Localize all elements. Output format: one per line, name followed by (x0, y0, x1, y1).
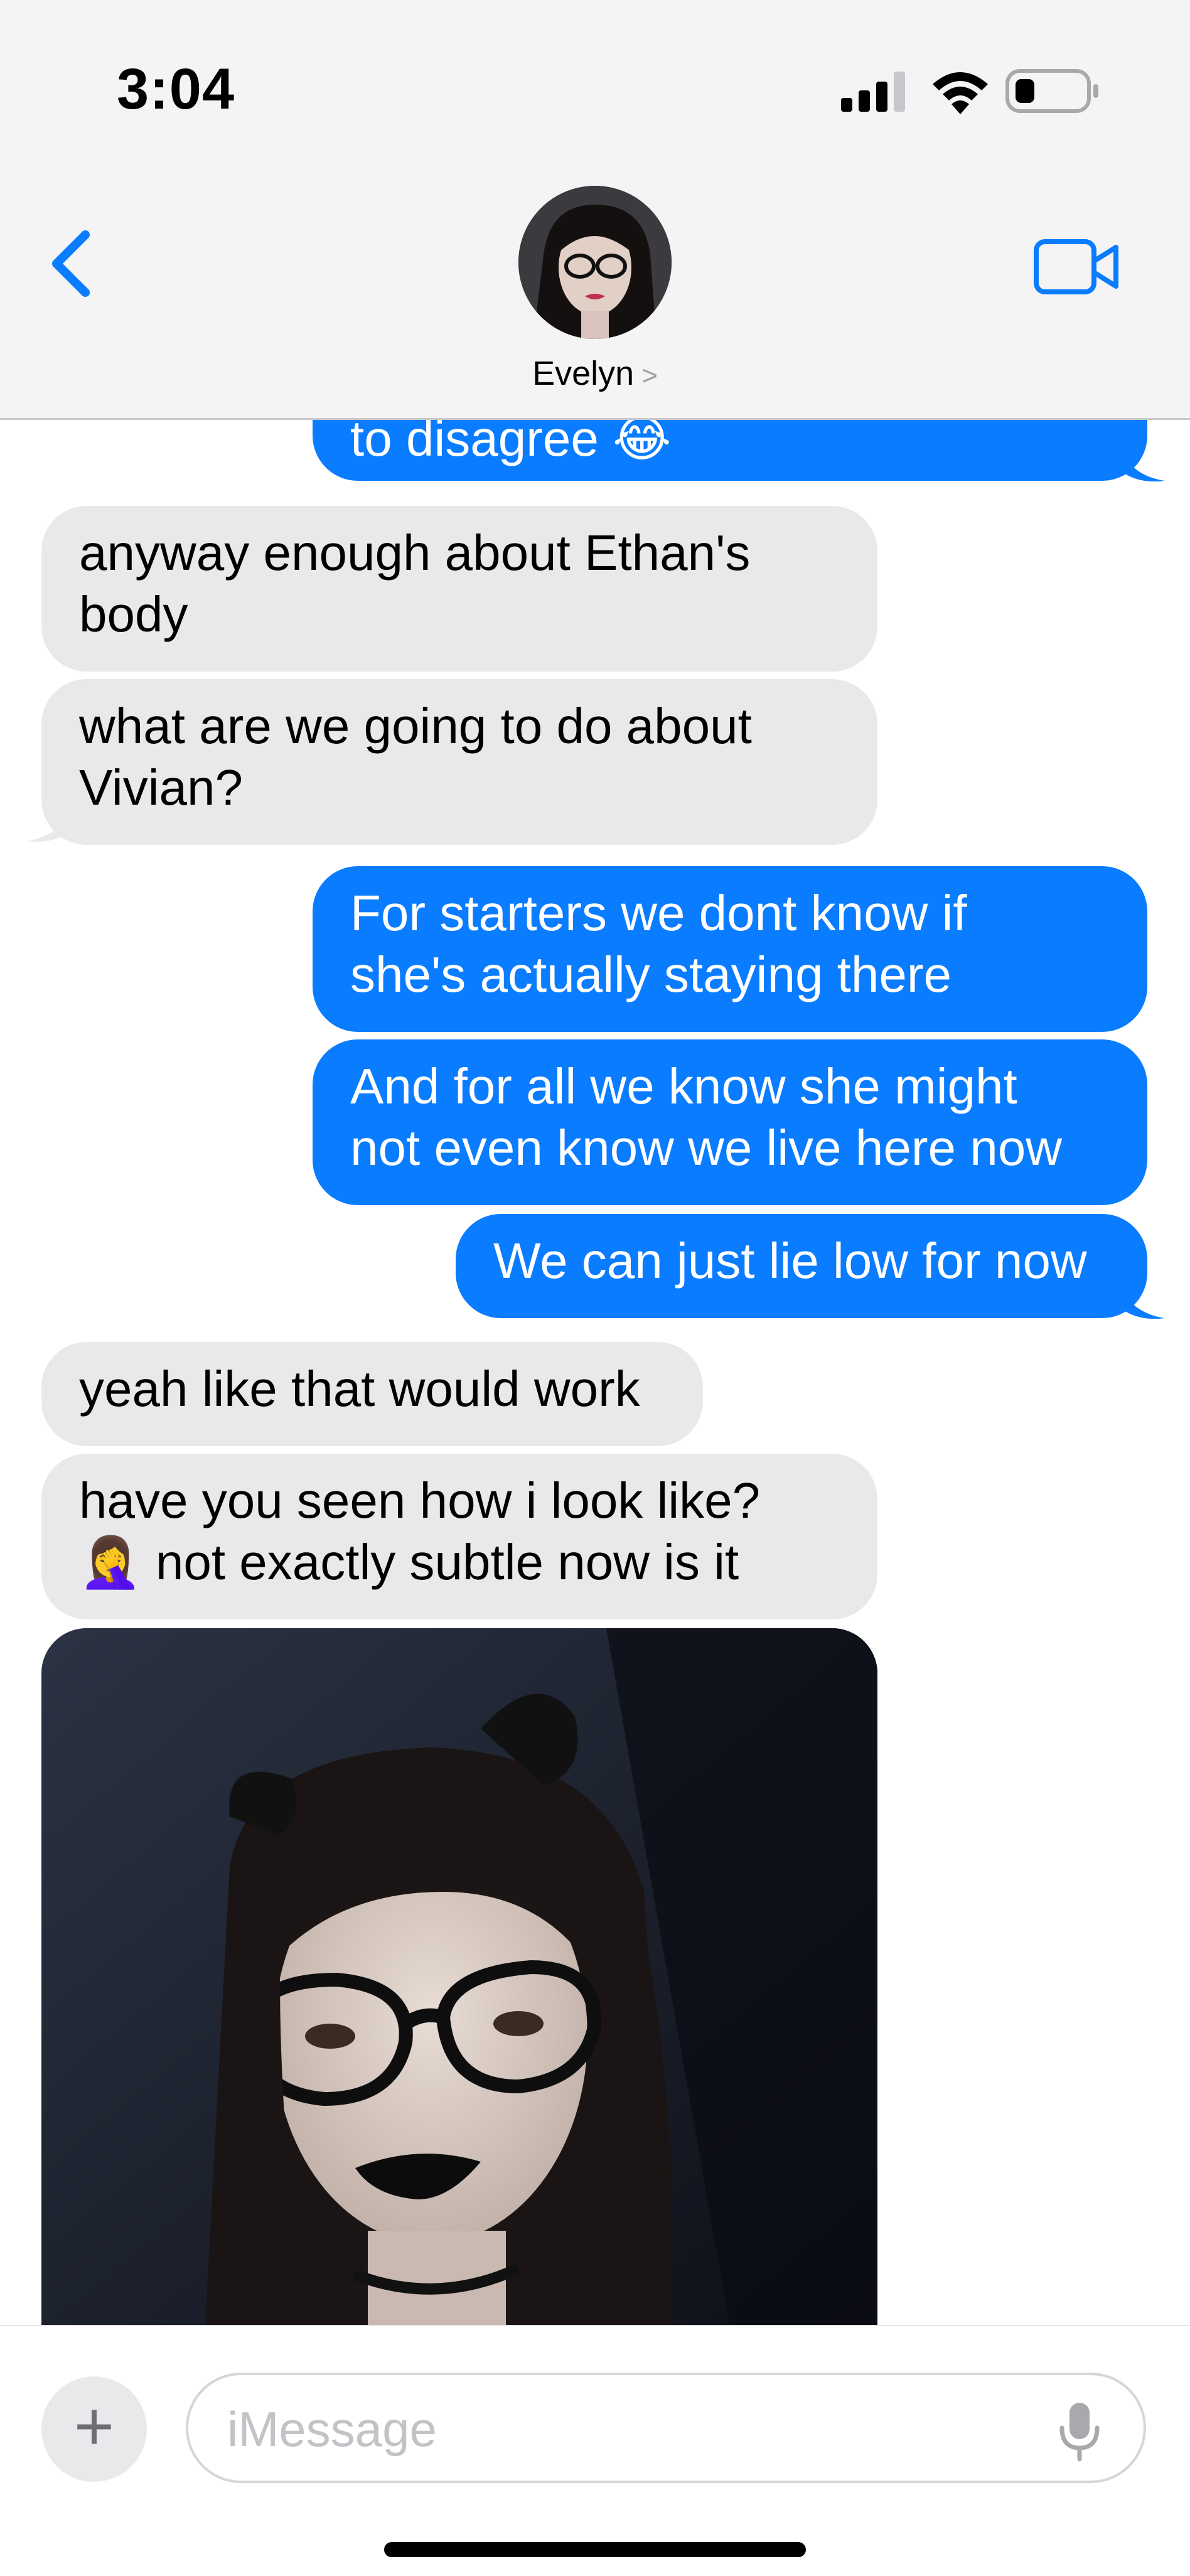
message-field[interactable] (186, 2373, 1146, 2483)
imessage-conversation-screen: to disagree 😂 anyway enough about Ethan'… (0, 0, 1190, 2576)
battery-icon (1005, 69, 1098, 113)
wifi-icon (933, 72, 988, 114)
add-attachment-button[interactable]: + (41, 2376, 147, 2482)
chevron-right-icon: > (641, 360, 658, 391)
message-input[interactable] (226, 2394, 1044, 2464)
signal-icon (841, 72, 905, 112)
contact-name: Evelyn (532, 355, 635, 392)
selfie-image (41, 1628, 877, 2337)
message-input-bar: + (0, 2325, 1190, 2576)
back-chevron-icon[interactable] (44, 226, 100, 301)
contact-avatar[interactable] (518, 186, 672, 339)
message-bubble-incoming[interactable]: what are we going to do about Vivian? (41, 679, 877, 845)
message-bubble-outgoing[interactable]: And for all we know she might not even k… (313, 1039, 1147, 1205)
message-bubble-incoming[interactable]: yeah like that would work (41, 1342, 703, 1446)
bubble-tail (1117, 443, 1165, 482)
conversation-header: 3:04 Evelyn > (0, 0, 1190, 420)
status-icons (841, 63, 1105, 114)
photo-attachment[interactable] (41, 1628, 877, 2337)
message-bubble-outgoing[interactable]: We can just lie low for now (456, 1214, 1147, 1318)
message-bubble-incoming[interactable]: have you seen how i look like? 🤦‍♀️ not … (41, 1454, 877, 1619)
video-camera-icon[interactable] (1033, 239, 1121, 295)
home-indicator[interactable] (384, 2542, 806, 2557)
status-time: 3:04 (117, 57, 235, 121)
message-bubble-incoming[interactable]: anyway enough about Ethan's body (41, 506, 877, 672)
bubble-tail (26, 803, 74, 842)
bubble-tail (1117, 1280, 1165, 1319)
microphone-icon[interactable] (1054, 2400, 1105, 2463)
contact-name-button[interactable]: Evelyn > (0, 354, 1190, 393)
message-bubble-outgoing[interactable]: For starters we dont know if she's actua… (313, 866, 1147, 1032)
